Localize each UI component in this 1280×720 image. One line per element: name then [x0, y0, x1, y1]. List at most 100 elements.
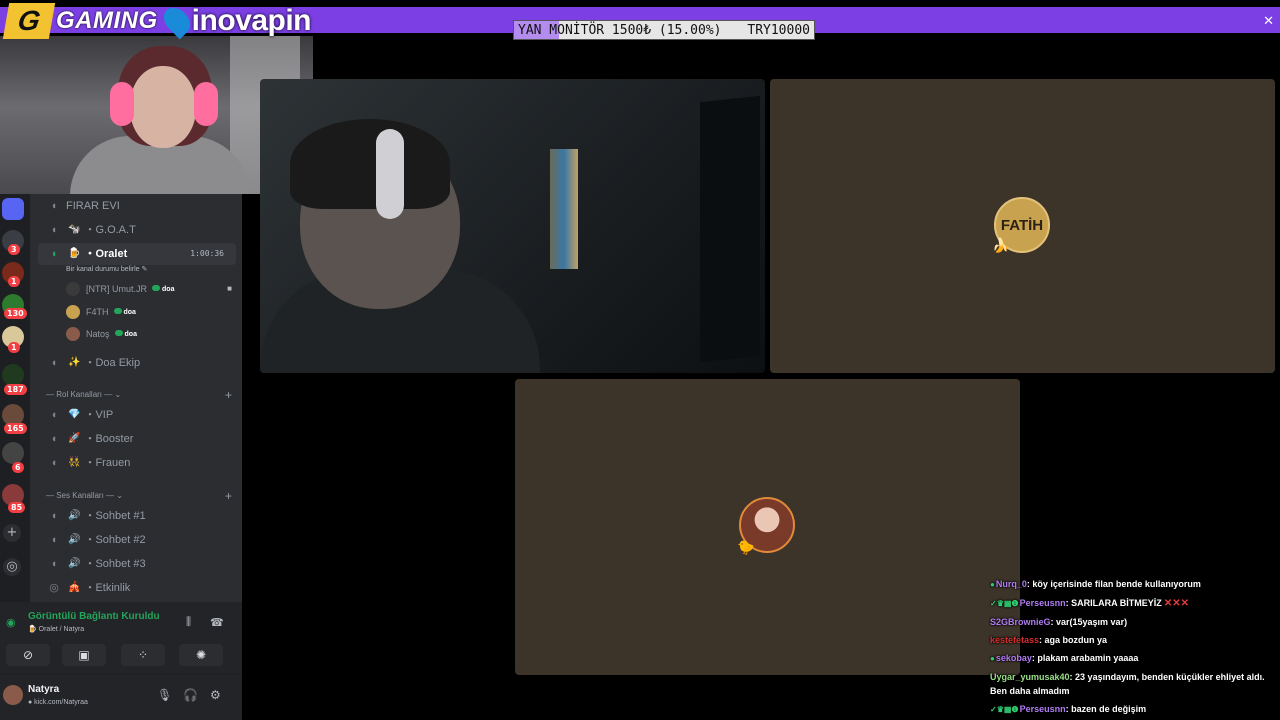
cross-emote-icon: ✕✕✕	[1163, 598, 1189, 609]
voice-channel[interactable]: ◖ 🐄 ・G.O.A.T	[30, 220, 242, 240]
member-tag: doa	[114, 308, 136, 316]
signal-icon: ◉	[6, 617, 16, 629]
chat-message: kestefetass: aga bozdun ya	[990, 631, 1270, 649]
chat-username[interactable]: S2GBrownieG	[990, 617, 1051, 627]
channel-emoji: 🍺	[68, 248, 81, 259]
add-server-icon[interactable]: +	[3, 524, 21, 542]
chat-username[interactable]: Perseusnn	[1020, 598, 1066, 608]
category-ses[interactable]: — Ses Kanalları — ⌄ +	[46, 490, 236, 502]
chat-username[interactable]: Uygar_yumusak40	[990, 672, 1070, 682]
avatar	[66, 327, 80, 341]
headset-right	[194, 82, 218, 126]
banana-icon: 🍌	[992, 237, 1010, 253]
channel-emoji: 🔊	[68, 534, 81, 545]
voice-status-title[interactable]: Görüntülü Bağlantı Kuruldu	[28, 612, 160, 622]
chat-badge-icon: ●	[990, 580, 995, 589]
soundboard-button[interactable]: ✺	[179, 644, 223, 666]
gear-icon[interactable]: ⚙	[210, 688, 221, 702]
screen-share-button[interactable]: ▣	[62, 644, 106, 666]
close-icon[interactable]: ✕	[1263, 13, 1274, 29]
voice-channel[interactable]: ◖ 🔊 ・Sohbet #1	[30, 506, 242, 526]
chat-username[interactable]: Nurq_0	[996, 579, 1027, 589]
chat-message: ●Nurq_0: köy içerisinde filan bende kull…	[990, 575, 1270, 594]
stage-channel[interactable]: ◎ 🎪 ・Etkinlik	[30, 578, 242, 598]
participant-hair	[290, 119, 450, 209]
chat-text: köy içerisinde filan bende kullanıyorum	[1032, 579, 1201, 589]
camera-off-button[interactable]: ⊘	[6, 644, 50, 666]
voice-channel-active[interactable]: ◖ 🍺 ・Oralet 1:00:36	[38, 243, 236, 265]
voice-channel[interactable]: ◖ 🚀 ・Booster	[30, 429, 242, 449]
chat-badge-icon: ✓♛▦❶	[990, 705, 1019, 714]
voice-connection-panel: ◉ Görüntülü Bağlantı Kuruldu 🍺 Oralet / …	[0, 602, 242, 674]
server-badge: 1	[8, 276, 20, 287]
voice-channel-icon: ◖	[50, 432, 58, 445]
member-tag: doa	[152, 285, 174, 293]
add-channel-icon[interactable]: +	[225, 490, 232, 502]
voice-connected-icon: ◖	[50, 247, 58, 260]
voice-channel[interactable]: ◖ ✨ ・Doa Ekip	[30, 353, 242, 373]
voice-channel-icon: ◖	[50, 199, 58, 212]
headphones-icon[interactable]: 🎧	[183, 688, 198, 702]
voice-channel[interactable]: ◖ 🔊 ・Sohbet #3	[30, 554, 242, 574]
user-panel: Natyra ● kick.com/Natyraa 🎙 🎧 ⚙	[0, 674, 242, 720]
gaming-logo-text: GAMING	[56, 7, 158, 34]
sponsor-logo-text: inovapin	[191, 4, 312, 37]
channel-name: ・Frauen	[84, 456, 131, 469]
participant-video-tile[interactable]	[260, 79, 765, 373]
channel-emoji: 🔊	[68, 510, 81, 521]
server-badge: 165	[4, 423, 27, 434]
server-icon[interactable]	[2, 198, 24, 220]
voice-member[interactable]: Natoş doa	[66, 325, 236, 343]
avatar[interactable]	[3, 685, 23, 705]
voice-member[interactable]: F4TH doa	[66, 303, 236, 321]
user-name[interactable]: Natyra	[28, 685, 59, 695]
channel-emoji: 🐄	[68, 224, 81, 235]
goal-label: YAN MONİTÖR 1500₺ (15.00%)	[518, 22, 722, 38]
channel-status[interactable]: Bir kanal durumu belirle ✎	[66, 266, 147, 273]
activities-button[interactable]: ⁘	[121, 644, 165, 666]
avatar-text: FATİH	[1000, 216, 1044, 234]
voice-channel[interactable]: ◖ FIRAR EVI	[30, 196, 242, 216]
chat-username[interactable]: kestefetass	[990, 635, 1039, 645]
server-icon[interactable]	[2, 442, 24, 464]
speaker-icon: ◖	[50, 509, 58, 522]
gaming-logo-badge: G	[2, 3, 56, 39]
member-tag: doa	[115, 330, 137, 338]
discover-icon[interactable]: ◎	[3, 558, 21, 576]
voice-channel-icon: ◖	[50, 356, 58, 369]
chat-username[interactable]: Perseusnn	[1020, 704, 1066, 714]
voice-channel[interactable]: ◖ 👯 ・Frauen	[30, 453, 242, 473]
category-label: — Rol Kanalları — ⌄	[46, 390, 122, 399]
server-badge: 130	[4, 308, 27, 319]
voice-channel-icon: ◖	[50, 456, 58, 469]
voice-channel-icon: ◖	[50, 408, 58, 421]
voice-status-subtitle[interactable]: 🍺 Oralet / Natyra	[28, 626, 84, 633]
noise-suppression-icon[interactable]: ⫼	[186, 616, 191, 629]
server-icon[interactable]	[2, 364, 24, 386]
server-badge: 85	[8, 502, 26, 513]
disconnect-icon[interactable]: ☎	[210, 616, 224, 629]
voice-channel[interactable]: ◖ 🔊 ・Sohbet #2	[30, 530, 242, 550]
add-channel-icon[interactable]: +	[225, 389, 232, 401]
channel-name: FIRAR EVI	[66, 199, 120, 212]
chat-message: ✓♛▦❶Perseusnn: bazen de değişim	[990, 700, 1270, 719]
voice-channel[interactable]: ◖ 💎 ・VIP	[30, 405, 242, 425]
video-camera-icon: ■	[227, 284, 232, 293]
chat-text: SARILARA BİTMEYİZ	[1071, 598, 1162, 608]
chat-message: Uygar_yumusak40: 23 yaşındayım, benden k…	[990, 668, 1270, 700]
chat-text: aga bozdun ya	[1044, 635, 1108, 645]
participant-tile-fatih[interactable]: FATİH 🍌	[770, 79, 1275, 373]
participant-tile-natos[interactable]: 🐤	[515, 379, 1020, 675]
channel-name: ・Doa Ekip	[84, 356, 141, 369]
voice-member[interactable]: [NTR] Umut.JR doa ■	[66, 280, 236, 298]
user-status[interactable]: ● kick.com/Natyraa	[28, 699, 88, 706]
headset-left	[110, 82, 134, 126]
chat-text: var(15yaşım var)	[1056, 617, 1128, 627]
microphone-icon[interactable]: 🎙	[157, 688, 172, 702]
channel-name: ・Sohbet #1	[84, 509, 146, 522]
duck-icon: 🐤	[737, 539, 755, 555]
chat-username[interactable]: sekobay	[996, 653, 1032, 663]
category-rol[interactable]: — Rol Kanalları — ⌄ +	[46, 389, 236, 401]
server-badge: 1	[8, 342, 20, 353]
stream-chat: ●Nurq_0: köy içerisinde filan bende kull…	[990, 575, 1270, 719]
